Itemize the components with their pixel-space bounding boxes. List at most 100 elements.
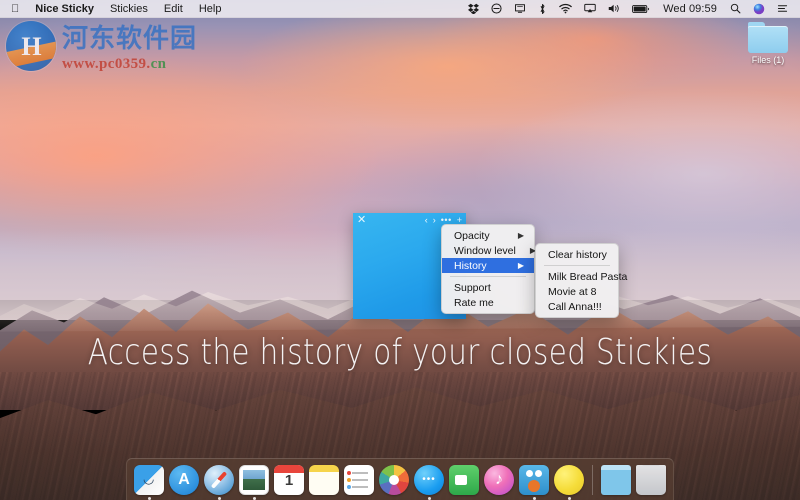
menu-bar-left:  Nice Sticky Stickies Edit Help (0, 0, 229, 18)
history-item-3[interactable]: Call Anna!!! (536, 299, 618, 314)
folder-badge: (1) (773, 55, 785, 65)
menu-item-history[interactable]: History ▶ (442, 258, 534, 273)
watermark-url-suffix: cn (150, 56, 167, 72)
dock-item-itunes[interactable] (483, 465, 515, 500)
tweetbot-eye (535, 470, 542, 477)
menu-separator (544, 265, 610, 266)
siri-icon[interactable] (747, 0, 771, 18)
safari-icon (204, 465, 234, 495)
tweetbot-eye (526, 470, 533, 477)
reminders-icon (344, 465, 374, 495)
menu-item-app-name[interactable]: Nice Sticky (27, 0, 102, 18)
battery-icon[interactable] (626, 0, 656, 18)
folder-name: Files (751, 55, 771, 65)
calendar-day: 1 (284, 472, 294, 489)
menu-item-support-label: Support (454, 281, 491, 294)
downloads-folder-icon (601, 465, 631, 495)
dock-item-downloads-folder[interactable] (600, 465, 632, 500)
dock-item-messages[interactable] (413, 465, 445, 500)
dock-item-trash[interactable] (635, 465, 667, 500)
dock-item-finder[interactable] (133, 465, 165, 500)
calendar-icon: 1 (274, 465, 304, 495)
menu-item-clear-history-label: Clear history (548, 248, 607, 261)
dock-item-preview[interactable] (238, 465, 270, 500)
promo-tagline: Access the history of your closed Sticki… (87, 332, 713, 374)
facetime-icon (449, 465, 479, 495)
watermark-url: www.pc0359.cn (62, 56, 197, 73)
itunes-icon (484, 465, 514, 495)
dock-item-tweetbot[interactable] (518, 465, 550, 500)
dock-item-safari[interactable] (203, 465, 235, 500)
history-item-2[interactable]: Movie at 8 (536, 284, 618, 299)
volume-icon[interactable] (602, 0, 626, 18)
reminders-bullet (347, 478, 351, 482)
reminders-line (352, 472, 368, 474)
menu-item-stickies[interactable]: Stickies (102, 0, 156, 18)
display-mirroring-icon[interactable] (508, 0, 532, 18)
finder-icon (134, 465, 164, 495)
dropbox-icon[interactable] (462, 0, 485, 18)
dock-item-notes[interactable] (308, 465, 340, 500)
folder-icon (748, 22, 788, 53)
menu-item-clear-history[interactable]: Clear history (536, 247, 618, 262)
watermark-text: 河东软件园 www.pc0359.cn (62, 18, 197, 73)
notification-center-icon[interactable] (771, 0, 794, 18)
site-watermark: H 河东软件园 www.pc0359.cn (6, 18, 197, 73)
wifi-icon[interactable] (553, 0, 578, 18)
chevron-left-icon[interactable]: ‹ (425, 215, 428, 225)
menu-item-window-level-label: Window level (454, 244, 516, 257)
bluetooth-icon[interactable] (532, 0, 553, 18)
messages-icon (414, 465, 444, 495)
history-item-1[interactable]: Milk Bread Pasta (536, 269, 627, 284)
menu-item-rate-me[interactable]: Rate me (442, 295, 534, 310)
menu-item-opacity-label: Opacity (454, 229, 490, 242)
dock-separator (592, 465, 593, 495)
preview-icon (239, 465, 269, 495)
dock-item-reminders[interactable] (343, 465, 375, 500)
app-store-icon (169, 465, 199, 495)
menu-item-support[interactable]: Support (442, 280, 534, 295)
chevron-right-icon[interactable]: › (433, 215, 436, 225)
tweetbot-icon (519, 465, 549, 495)
dock-item-photos[interactable] (378, 465, 410, 500)
desktop-folder-label: Files (1) (749, 55, 788, 65)
menu-separator (450, 276, 526, 277)
trash-icon (636, 465, 666, 495)
history-item-1-label: Milk Bread Pasta (548, 270, 628, 283)
reminders-line (352, 486, 368, 488)
watermark-site-name: 河东软件园 (62, 23, 198, 53)
dock: 1 (126, 458, 674, 500)
dock-item-calendar[interactable]: 1 (273, 465, 305, 500)
history-item-3-label: Call Anna!!! (548, 300, 602, 313)
menu-item-edit[interactable]: Edit (156, 0, 191, 18)
watermark-logo-glyph: H (21, 31, 42, 61)
dock-item-nice-sticky[interactable] (553, 465, 585, 500)
sticky-options-menu: Opacity ▶ Window level ▶ History ▶ Suppo… (441, 224, 536, 314)
close-icon[interactable]: ✕ (357, 214, 366, 226)
dock-item-app-store[interactable] (168, 465, 200, 500)
submenu-arrow-icon: ▶ (517, 261, 524, 270)
menu-bar-clock[interactable]: Wed 09:59 (656, 3, 724, 15)
spotlight-search-icon[interactable] (724, 0, 747, 18)
apple-logo-icon[interactable]:  (7, 0, 27, 18)
nice-sticky-icon (554, 465, 584, 495)
menu-item-window-level[interactable]: Window level ▶ (442, 243, 536, 258)
reminders-line (352, 479, 368, 481)
photos-icon (379, 465, 409, 495)
desktop-screen:  Nice Sticky Stickies Edit Help (0, 0, 800, 500)
watermark-url-prefix: www.pc0359. (62, 56, 151, 72)
reminders-bullet (347, 485, 351, 489)
airplay-icon[interactable] (578, 0, 602, 18)
dock-item-facetime[interactable] (448, 465, 480, 500)
history-item-2-label: Movie at 8 (548, 285, 597, 298)
menu-bar:  Nice Sticky Stickies Edit Help (0, 0, 800, 18)
menu-item-opacity[interactable]: Opacity ▶ (442, 228, 534, 243)
menu-item-rate-me-label: Rate me (454, 296, 494, 309)
menu-item-help[interactable]: Help (191, 0, 230, 18)
folder-body (748, 26, 788, 53)
desktop-folder-files[interactable]: Files (1) (742, 22, 794, 65)
reminders-bullet (347, 471, 351, 475)
submenu-arrow-icon: ▶ (517, 231, 524, 240)
watermark-logo-icon: H (6, 20, 56, 71)
do-not-disturb-icon[interactable] (485, 0, 508, 18)
